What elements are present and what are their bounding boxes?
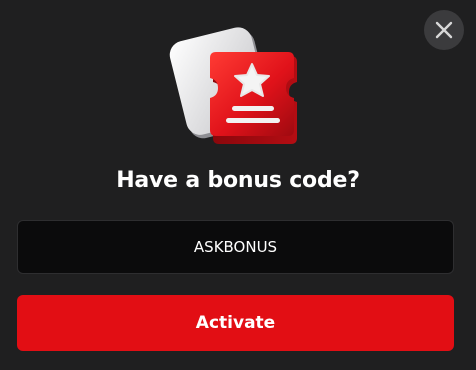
close-button[interactable] <box>424 10 464 50</box>
activate-button[interactable]: Activate <box>17 295 454 351</box>
dialog-title: Have a bonus code? <box>116 168 360 193</box>
bonus-code-input[interactable] <box>17 220 454 274</box>
bonus-code-dialog: Have a bonus code? Activate <box>0 0 476 370</box>
close-icon <box>435 21 453 39</box>
bonus-ticket-star-icon <box>169 27 297 144</box>
